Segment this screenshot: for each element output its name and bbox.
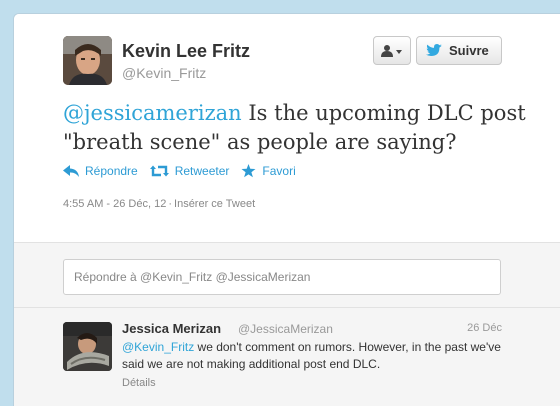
reply-date[interactable]: 26 Déc bbox=[467, 322, 502, 334]
reply-avatar[interactable] bbox=[63, 322, 112, 371]
follow-button-label: Suivre bbox=[449, 43, 489, 58]
tweet-mention-link[interactable]: @jessicamerizan bbox=[63, 101, 242, 125]
reply-tweet[interactable]: Jessica Merizan @JessicaMerizan 26 Déc @… bbox=[14, 308, 560, 406]
reply-avatar-image bbox=[63, 322, 112, 371]
tweet-card: Kevin Lee Fritz @Kevin_Fritz Suivre @jes… bbox=[13, 13, 560, 406]
retweet-button[interactable]: Retweeter bbox=[149, 164, 230, 178]
follow-button[interactable]: Suivre bbox=[416, 36, 502, 65]
reply-author-name[interactable]: Jessica Merizan bbox=[122, 321, 221, 336]
person-icon bbox=[381, 44, 402, 57]
reply-mention-link[interactable]: @Kevin_Fritz bbox=[122, 340, 194, 354]
favorite-button[interactable]: Favori bbox=[241, 164, 296, 178]
reply-label: Répondre bbox=[85, 164, 138, 178]
tweet-text: @jessicamerizan Is the upcoming DLC post… bbox=[63, 99, 533, 157]
twitter-bird-icon bbox=[426, 44, 442, 56]
tweet-timestamp[interactable]: 4:55 AM - 26 Déc, 12 bbox=[63, 198, 166, 210]
tweet-main: Kevin Lee Fritz @Kevin_Fritz Suivre @jes… bbox=[14, 14, 560, 242]
reply-button[interactable]: Répondre bbox=[63, 164, 138, 178]
author-avatar-image bbox=[63, 36, 112, 85]
reply-input[interactable]: Répondre à @Kevin_Fritz @JessicaMerizan bbox=[63, 259, 501, 295]
reply-compose-area: Répondre à @Kevin_Fritz @JessicaMerizan bbox=[14, 242, 560, 308]
author-name[interactable]: Kevin Lee Fritz bbox=[122, 41, 250, 62]
retweet-label: Retweeter bbox=[174, 164, 230, 178]
star-icon bbox=[241, 164, 256, 178]
tweet-meta: 4:55 AM - 26 Déc, 12 · Insérer ce Tweet bbox=[63, 198, 255, 210]
reply-arrow-icon bbox=[63, 165, 79, 177]
author-handle[interactable]: @Kevin_Fritz bbox=[122, 65, 206, 81]
user-actions-button[interactable] bbox=[373, 36, 411, 65]
reply-details-link[interactable]: Détails bbox=[122, 377, 156, 389]
author-avatar[interactable] bbox=[63, 36, 112, 85]
reply-text: @Kevin_Fritz we don't comment on rumors.… bbox=[122, 339, 514, 373]
meta-separator: · bbox=[168, 198, 173, 210]
favorite-label: Favori bbox=[262, 164, 296, 178]
retweet-icon bbox=[149, 165, 169, 177]
reply-author-handle[interactable]: @JessicaMerizan bbox=[238, 322, 333, 336]
embed-tweet-link[interactable]: Insérer ce Tweet bbox=[174, 198, 255, 210]
tweet-actions: Répondre Retweeter Favori bbox=[63, 164, 308, 178]
chevron-down-icon bbox=[396, 49, 402, 54]
